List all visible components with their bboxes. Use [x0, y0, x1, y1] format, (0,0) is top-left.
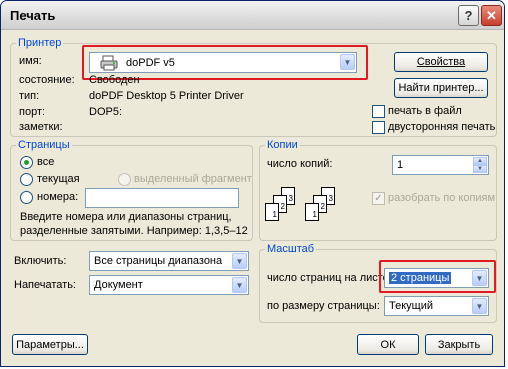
find-printer-button-label: Найти принтер...: [398, 82, 484, 94]
pages-per-sheet-label: число страниц на листе:: [267, 272, 392, 284]
copies-legend: Копии: [267, 139, 298, 151]
ok-button-label: ОК: [380, 338, 396, 351]
copies-count-spinner[interactable]: 1 ▲ ▼: [392, 155, 489, 175]
print-dialog: Печать ? ✕ Принтер имя: doPDF v5 ▼ состо…: [0, 0, 505, 367]
ok-button[interactable]: ОК: [357, 334, 419, 355]
include-select[interactable]: Все страницы диапазона ▼: [89, 251, 249, 271]
help-icon[interactable]: ?: [458, 5, 479, 26]
fit-value: Текущий: [389, 300, 433, 312]
pages-current-radio[interactable]: [20, 173, 33, 186]
print-to-file-label: печать в файл: [388, 105, 462, 117]
collate-illustration-icon: 3 2 1 3 2 1: [265, 187, 355, 233]
chevron-down-icon[interactable]: ▼: [472, 298, 487, 314]
pages-hint-line2: разделенные запятыми. Например: 1,3,5–12: [20, 225, 248, 237]
title-bar: Печать ? ✕: [1, 1, 504, 30]
status-label: состояние:: [19, 74, 75, 86]
chevron-down-icon[interactable]: ▼: [232, 277, 247, 293]
close-icon[interactable]: ✕: [481, 5, 502, 26]
pages-numbers-radio[interactable]: [20, 191, 33, 204]
pages-legend: Страницы: [18, 139, 70, 151]
collate-page-1b: 1: [305, 203, 319, 221]
pages-all-radio[interactable]: [20, 156, 33, 169]
pages-all-label: все: [37, 156, 55, 168]
print-what-select[interactable]: Документ ▼: [89, 275, 249, 295]
copies-count-label: число копий:: [267, 158, 333, 170]
options-button[interactable]: Параметры...: [12, 334, 88, 355]
scale-legend: Масштаб: [267, 243, 315, 255]
print-what-value: Документ: [94, 279, 143, 291]
pages-numbers-label: номера:: [37, 191, 79, 203]
find-printer-button[interactable]: Найти принтер...: [394, 78, 488, 98]
highlight-pages-per-sheet: [379, 260, 496, 293]
status-value: Свободен: [89, 74, 140, 86]
fit-label: по размеру страницы:: [267, 300, 380, 312]
printer-name-label: имя:: [19, 55, 42, 67]
notes-label: заметки:: [19, 121, 63, 133]
pages-current-label: текущая: [37, 173, 80, 185]
page-numbers-input[interactable]: [85, 188, 239, 208]
close-button[interactable]: Закрыть: [425, 334, 493, 355]
include-label: Включить:: [14, 255, 67, 267]
pages-hint-line1: Введите номера или диапазоны страниц,: [20, 211, 232, 223]
type-label: тип:: [19, 90, 40, 102]
duplex-checkbox[interactable]: [372, 121, 385, 134]
properties-button-label: Свойства: [416, 56, 466, 68]
pages-selection-label: выделенный фрагмент: [134, 173, 252, 185]
spin-up-icon[interactable]: ▲: [473, 157, 487, 165]
type-value: doPDF Desktop 5 Printer Driver: [89, 90, 244, 102]
spin-down-icon[interactable]: ▼: [473, 165, 487, 173]
dialog-title: Печать: [10, 8, 56, 23]
port-value: DOP5:: [89, 106, 123, 118]
duplex-label: двусторонняя печать: [388, 121, 496, 133]
close-button-label: Закрыть: [437, 338, 481, 351]
printer-legend: Принтер: [18, 37, 62, 49]
print-to-file-checkbox[interactable]: [372, 105, 385, 118]
print-what-label: Напечатать:: [14, 279, 76, 291]
port-label: порт:: [19, 106, 46, 118]
collate-checkbox: ✓: [372, 192, 385, 205]
include-value: Все страницы диапазона: [94, 255, 223, 267]
properties-button[interactable]: Свойства: [394, 52, 488, 72]
pages-selection-radio: [118, 173, 131, 186]
copies-count-value: 1: [397, 159, 404, 171]
fit-select[interactable]: Текущий ▼: [384, 296, 489, 316]
chevron-down-icon[interactable]: ▼: [232, 253, 247, 269]
collate-label: разобрать по копиям: [388, 192, 496, 204]
collate-page-1: 1: [265, 203, 279, 221]
options-button-label: Параметры...: [16, 338, 84, 351]
